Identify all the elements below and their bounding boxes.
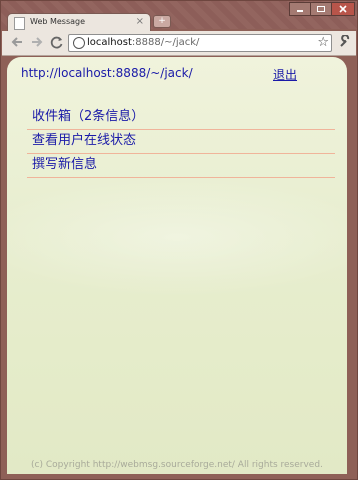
browser-tab[interactable]: Web Message ×	[7, 13, 151, 32]
page-content: http://localhost:8888/~/jack/ 退出 收件箱（2条信…	[7, 57, 347, 474]
url-host: localhost	[87, 37, 132, 48]
url-text: localhost:8888/~/jack/	[87, 37, 199, 48]
online-status-link[interactable]: 查看用户在线状态	[27, 130, 335, 152]
close-window-button[interactable]	[331, 2, 355, 16]
star-icon[interactable]: ☆	[317, 35, 329, 50]
title-bar: Web Message × +	[1, 1, 357, 32]
main-menu: 收件箱（2条信息） 查看用户在线状态 撰写新信息	[27, 106, 335, 178]
menu-item-compose: 撰写新信息	[27, 154, 335, 178]
browser-window: Web Message × + localhost:8888/~/jack/ ☆	[0, 0, 358, 480]
forward-arrow-icon[interactable]	[30, 35, 44, 53]
menu-item-online-status: 查看用户在线状态	[27, 130, 335, 154]
inbox-link[interactable]: 收件箱（2条信息）	[27, 106, 335, 128]
wrench-icon[interactable]	[338, 34, 352, 52]
new-tab-button[interactable]: +	[153, 15, 171, 28]
copyright-footer: (c) Copyright http://webmsg.sourceforge.…	[31, 460, 323, 470]
compose-link[interactable]: 撰写新信息	[27, 154, 335, 176]
minimize-icon	[297, 10, 303, 12]
logout-link[interactable]: 退出	[273, 66, 297, 83]
minimize-button[interactable]	[289, 2, 311, 16]
url-path: :8888/~/jack/	[131, 37, 200, 48]
globe-icon	[73, 37, 85, 49]
tab-title: Web Message	[30, 17, 86, 26]
back-arrow-icon[interactable]	[10, 35, 24, 53]
maximize-button[interactable]	[310, 2, 332, 16]
tab-close-icon[interactable]: ×	[136, 16, 144, 27]
maximize-icon	[317, 6, 325, 12]
page-address: http://localhost:8888/~/jack/	[21, 66, 193, 80]
page-icon	[14, 17, 25, 30]
browser-toolbar: localhost:8888/~/jack/ ☆	[2, 31, 356, 56]
reload-icon[interactable]	[50, 35, 64, 53]
address-bar[interactable]: localhost:8888/~/jack/ ☆	[68, 34, 332, 52]
close-icon	[339, 5, 347, 13]
menu-item-inbox: 收件箱（2条信息）	[27, 106, 335, 130]
